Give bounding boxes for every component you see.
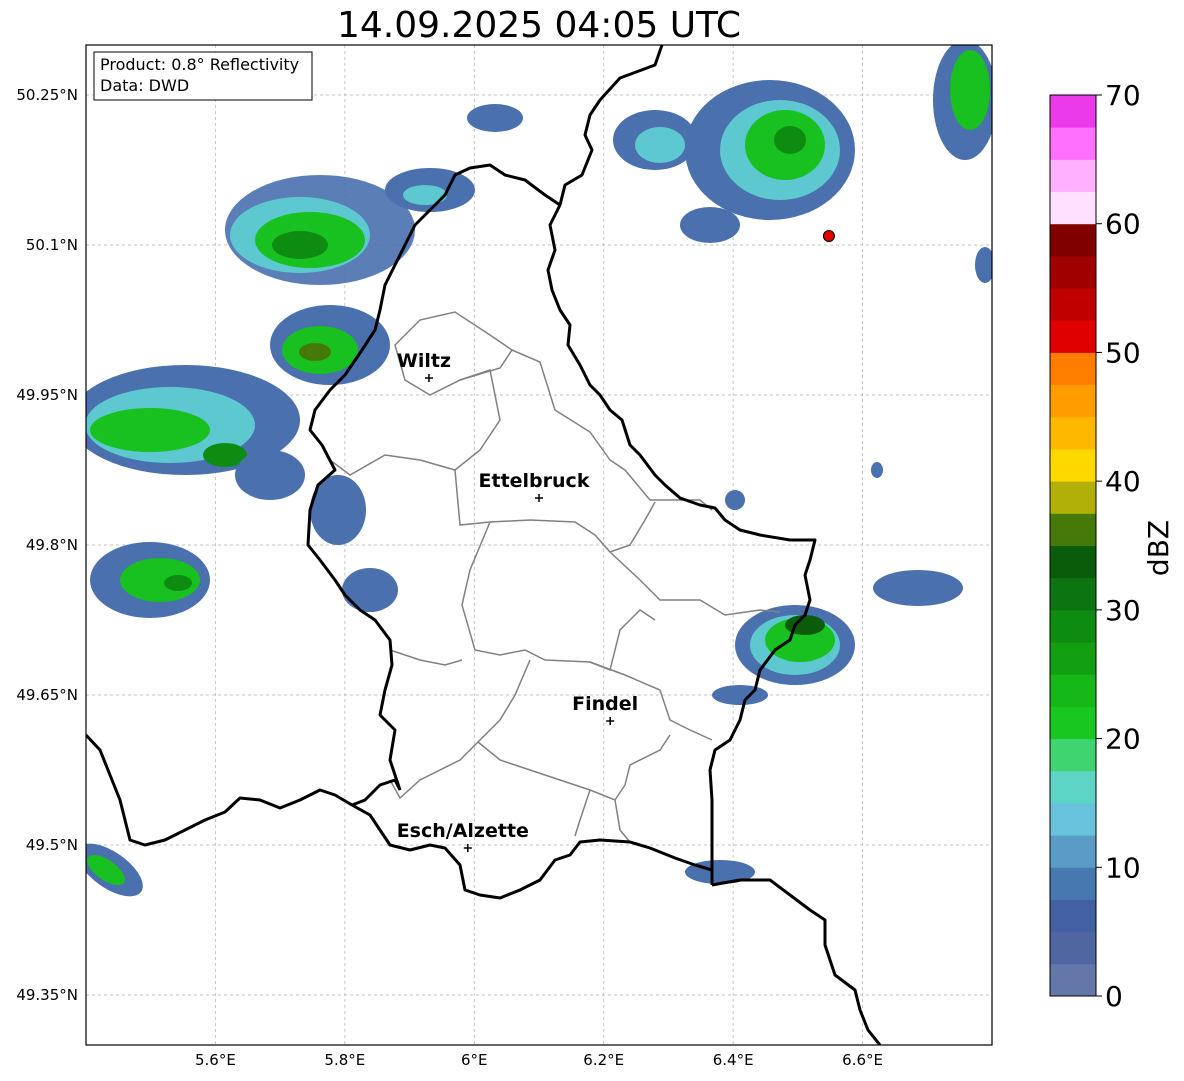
echo-area [774, 126, 806, 154]
colorbar-segment [1050, 191, 1096, 225]
echo-area [299, 343, 331, 361]
colorbar: 0 10 20 30 40 50 60 70 dBZ [1049, 79, 1175, 1013]
city-label: Ettelbruck [479, 470, 590, 492]
colorbar-segment [1050, 159, 1096, 193]
colorbar-segment [1050, 448, 1096, 482]
colorbar-tick-label: 60 [1105, 208, 1141, 241]
colorbar-segment [1050, 384, 1096, 418]
y-tick-label: 50.1°N [26, 236, 78, 254]
echo-area [712, 685, 768, 705]
map-panel: Wiltz Ettelbruck Findel Esch/Alzette Produc… [85, 44, 993, 1046]
echo-area [950, 50, 990, 130]
colorbar-segment [1050, 835, 1096, 868]
info-data-source: Data: DWD [100, 76, 189, 95]
colorbar-tick-label: 10 [1105, 851, 1141, 884]
echo-area [272, 231, 328, 259]
colorbar-title: dBZ [1142, 520, 1175, 576]
colorbar-segment [1050, 416, 1096, 450]
city-label: Wiltz [397, 350, 451, 372]
echo-area [235, 450, 305, 500]
colorbar-tick-label: 50 [1105, 336, 1141, 369]
info-product: Product: 0.8° Reflectivity [100, 55, 299, 74]
colorbar-segment [1050, 127, 1096, 160]
colorbar-ticks: 0 10 20 30 40 50 60 70 [1096, 79, 1141, 1013]
echo-area [871, 462, 883, 478]
colorbar-tick-label: 30 [1105, 594, 1141, 627]
colorbar-segment [1050, 513, 1096, 546]
colorbar-segment [1050, 674, 1096, 707]
colorbar-tick-label: 20 [1105, 723, 1141, 756]
colorbar-segment [1050, 545, 1096, 579]
echo-area [164, 575, 192, 591]
echo-area [785, 615, 825, 635]
colorbar-segment [1050, 899, 1096, 933]
x-tick-label: 6.2°E [583, 1051, 624, 1069]
colorbar-tick-label: 70 [1105, 79, 1141, 112]
echo-area [725, 490, 745, 510]
colorbar-segment [1050, 481, 1096, 514]
colorbar-segment [1050, 255, 1096, 289]
x-tick-label: 5.6°E [195, 1051, 236, 1069]
echo-area [467, 104, 523, 132]
colorbar-segment [1050, 288, 1096, 321]
colorbar-segments [1050, 95, 1096, 997]
x-tick-label: 6°E [461, 1051, 488, 1069]
colorbar-segment [1050, 320, 1096, 353]
echo-area [403, 185, 447, 205]
echo-area [680, 207, 740, 243]
y-tick-label: 49.5°N [26, 836, 78, 854]
x-tick-label: 5.8°E [324, 1051, 365, 1069]
x-tick-label: 6.4°E [713, 1051, 754, 1069]
info-box: Product: 0.8° Reflectivity Data: DWD [93, 51, 313, 101]
colorbar-segment [1050, 223, 1096, 257]
y-tick-label: 50.25°N [16, 86, 78, 104]
colorbar-segment [1050, 802, 1096, 836]
echo-area [873, 570, 963, 606]
x-tick-label: 6.6°E [842, 1051, 883, 1069]
colorbar-segment [1050, 642, 1096, 675]
colorbar-segment [1050, 770, 1096, 804]
echo-area [90, 408, 210, 452]
y-axis-tick-labels: 50.25°N 50.1°N 49.95°N 49.8°N 49.65°N 49.5°N 4… [16, 86, 78, 1004]
city-label: Esch/Alzette [397, 820, 529, 842]
y-tick-label: 49.8°N [26, 536, 78, 554]
colorbar-segment [1050, 95, 1096, 128]
radar-map-figure: Wiltz Ettelbruck Findel Esch/Alzette Produc… [16, 44, 1175, 1069]
city-label: Findel [572, 693, 638, 715]
colorbar-segment [1050, 609, 1096, 643]
colorbar-segment [1050, 867, 1096, 900]
colorbar-segment [1050, 931, 1096, 965]
echo-area [635, 127, 685, 163]
echo-area [342, 568, 398, 612]
y-tick-label: 49.35°N [16, 986, 78, 1004]
y-tick-label: 49.65°N [16, 686, 78, 704]
colorbar-tick-label: 0 [1105, 980, 1123, 1013]
colorbar-segment [1050, 352, 1096, 386]
colorbar-segment [1050, 706, 1096, 740]
colorbar-segment [1050, 963, 1096, 997]
colorbar-segment [1050, 738, 1096, 772]
x-axis-tick-labels: 5.6°E 5.8°E 6°E 6.2°E 6.4°E 6.6°E [195, 1051, 883, 1069]
radar-site-marker [822, 230, 835, 242]
colorbar-tick-label: 40 [1105, 465, 1141, 498]
colorbar-segment [1050, 577, 1096, 611]
y-tick-label: 49.95°N [16, 386, 78, 404]
